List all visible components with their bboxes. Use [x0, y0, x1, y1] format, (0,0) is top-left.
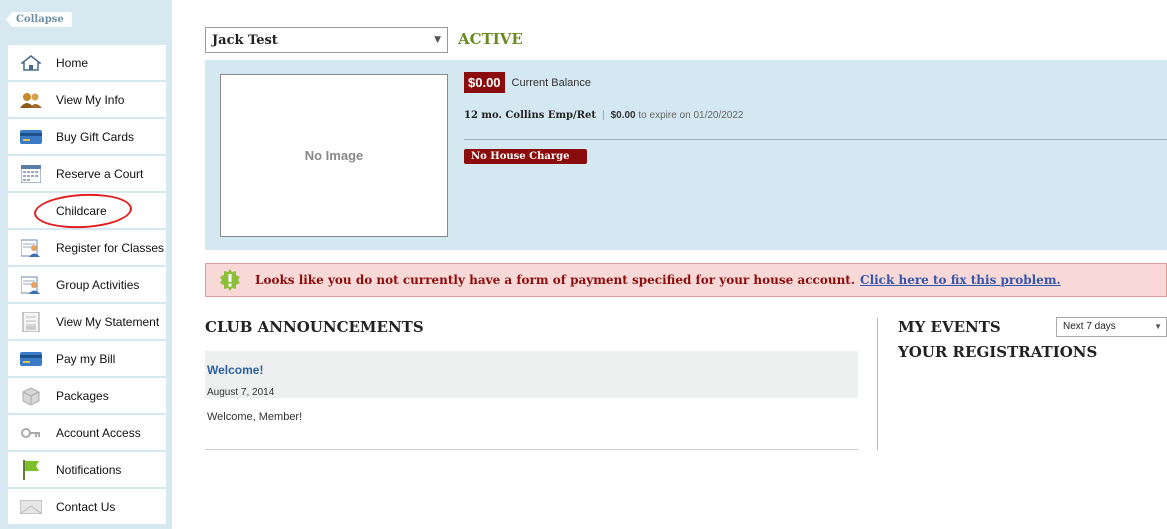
statement-icon [20, 311, 42, 332]
balance-row: $0.00 Current Balance [464, 72, 591, 93]
chevron-down-icon: ▼ [434, 35, 441, 45]
group-activity-icon [20, 276, 42, 294]
payment-alert: Looks like you do not currently have a f… [205, 263, 1167, 297]
warning-icon [219, 269, 241, 291]
membership-amount: $0.00 [610, 110, 636, 121]
sidebar-item-label: Childcare [56, 203, 107, 218]
house-charge-badge: No House Charge [464, 149, 587, 164]
sidebar-item-label: Notifications [56, 462, 122, 477]
sidebar-item-view-my-info[interactable]: View My Info [8, 82, 166, 117]
sidebar-item-contact-us[interactable]: Contact Us [8, 489, 166, 524]
sidebar-item-label: Account Access [56, 425, 141, 440]
sidebar-item-label: Register for Classes [56, 240, 165, 255]
membership-expiry: to expire on 01/20/2022 [638, 110, 744, 121]
events-heading: MY EVENTS [898, 318, 1001, 336]
sidebar-item-label: Buy Gift Cards [56, 129, 135, 144]
class-register-icon [20, 239, 42, 257]
sidebar-item-register-for-classes[interactable]: Register for Classes [8, 230, 166, 265]
member-select-value: Jack Test [212, 32, 278, 48]
profile-panel: No Image $0.00 Current Balance 12 mo. Co… [205, 60, 1167, 250]
flag-icon [20, 459, 42, 480]
sidebar-item-label: Pay my Bill [56, 351, 116, 366]
announcement-date: August 7, 2014 [207, 387, 275, 398]
main-content: Jack Test ▼ ACTIVE No Image $0.00 Curren… [205, 0, 1167, 529]
collapse-button[interactable]: Collapse [6, 12, 72, 27]
announcements-heading: CLUB ANNOUNCEMENTS [205, 318, 424, 336]
sidebar-item-label: Home [56, 55, 89, 70]
sidebar-item-label: Reserve a Court [56, 166, 144, 181]
sidebar-item-home[interactable]: Home [8, 45, 166, 80]
divider [464, 139, 1167, 140]
member-status: ACTIVE [458, 30, 523, 48]
announcement-title[interactable]: Welcome! [207, 363, 263, 377]
divider [205, 449, 858, 450]
member-photo: No Image [220, 74, 448, 237]
sidebar-item-notifications[interactable]: Notifications [8, 452, 166, 487]
key-icon [20, 424, 42, 442]
sidebar-item-label: Contact Us [56, 499, 116, 514]
home-icon [20, 54, 42, 72]
column-divider [877, 318, 878, 450]
sidebar-item-label: Packages [56, 388, 109, 403]
credit-card-icon [20, 128, 42, 146]
sidebar-item-childcare[interactable]: Childcare [8, 191, 166, 231]
sidebar-item-packages[interactable]: Packages [8, 378, 166, 413]
announcement-item: Welcome! August 7, 2014 [205, 351, 858, 398]
registrations-heading: YOUR REGISTRATIONS [898, 343, 1098, 361]
package-icon [20, 386, 42, 405]
chevron-down-icon: ▼ [1154, 322, 1162, 331]
membership-info: 12 mo. Collins Emp/Ret | $0.00 to expire o… [464, 110, 744, 121]
sidebar-item-buy-gift-cards[interactable]: Buy Gift Cards [8, 119, 166, 154]
events-range-value: Next 7 days [1063, 321, 1116, 332]
alert-message: Looks like you do not currently have a f… [255, 273, 856, 287]
membership-plan: 12 mo. Collins Emp/Ret [464, 110, 596, 121]
sidebar-item-view-my-statement[interactable]: View My Statement [8, 304, 166, 339]
sidebar-item-label: View My Statement [56, 314, 160, 329]
announcement-body: Welcome, Member! [207, 411, 303, 423]
sidebar-item-label: Group Activities [56, 277, 140, 292]
sidebar: Collapse Home View My Info Buy Gift Card… [0, 0, 172, 529]
people-icon [20, 91, 42, 109]
member-select[interactable]: Jack Test ▼ [205, 27, 448, 53]
envelope-icon [20, 498, 42, 516]
sidebar-item-pay-my-bill[interactable]: Pay my Bill [8, 341, 166, 376]
balance-amount: $0.00 [464, 72, 505, 93]
sidebar-item-account-access[interactable]: Account Access [8, 415, 166, 450]
calendar-icon [20, 164, 42, 183]
balance-label: Current Balance [511, 76, 592, 89]
sidebar-item-label: View My Info [56, 92, 125, 107]
membership-separator: | [601, 110, 605, 121]
credit-card-icon [20, 350, 42, 368]
sidebar-item-group-activities[interactable]: Group Activities [8, 267, 166, 302]
sidebar-nav: Home View My Info Buy Gift Cards Reserve… [8, 45, 166, 526]
sidebar-item-reserve-a-court[interactable]: Reserve a Court [8, 156, 166, 191]
events-range-select[interactable]: Next 7 days ▼ [1056, 317, 1167, 337]
fix-problem-link[interactable]: Click here to fix this problem. [860, 273, 1061, 287]
